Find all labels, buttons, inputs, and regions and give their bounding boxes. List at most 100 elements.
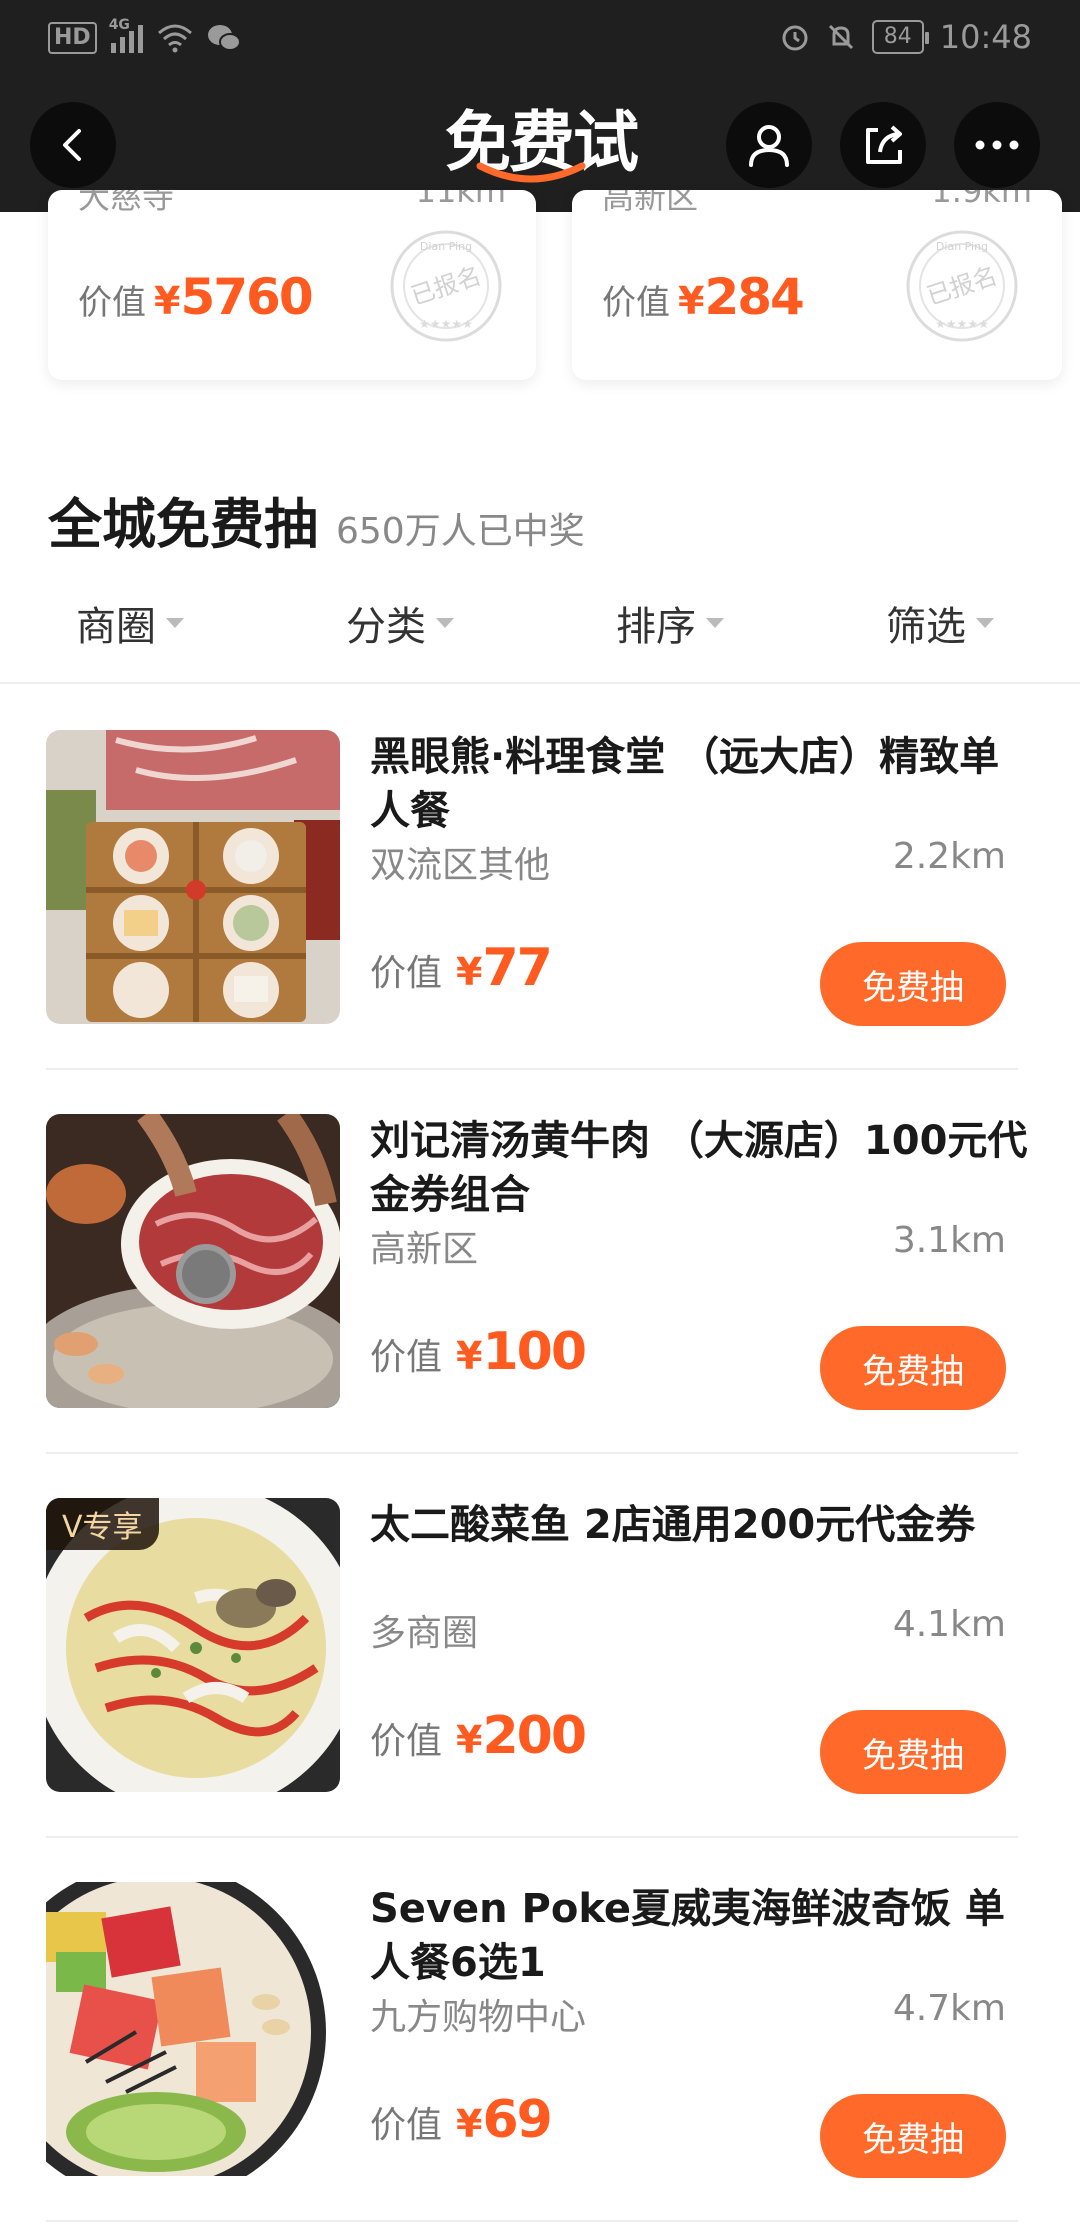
value-label: 价值: [78, 283, 146, 323]
section-title: 全城免费抽: [48, 493, 318, 556]
food-thumbnail: [46, 730, 340, 1024]
wifi-icon: [157, 24, 192, 53]
filter-label: 筛选: [886, 604, 966, 650]
smile-icon: [476, 162, 586, 183]
svg-text:已报名: 已报名: [407, 262, 484, 311]
value-amount: 5760: [180, 268, 313, 326]
item-value: 价值 ¥ 200: [370, 1706, 587, 1766]
currency-symbol: ¥: [678, 279, 705, 323]
clock: 10:48: [939, 18, 1032, 56]
user-icon: [749, 125, 789, 167]
item-area: 多商圈: [370, 1613, 479, 1654]
signed-up-stamp-icon: Dian Ping 已报名 ★★★★★: [906, 230, 1018, 342]
filter-label: 排序: [616, 604, 696, 650]
free-draw-button[interactable]: 免费抽: [820, 1326, 1006, 1410]
card-distance: 11km: [415, 190, 506, 210]
value-label: 价值: [370, 2105, 443, 2146]
list-item[interactable]: 黑眼熊·料理食堂 （远大店）精致单人餐 双流区其他 2.2km 价值 ¥ 77 …: [46, 686, 1034, 1070]
hd-indicator: HD: [48, 22, 97, 54]
signal-icon: 4G: [109, 17, 143, 53]
currency-symbol: ¥: [456, 1334, 483, 1378]
svg-text:★★★★★: ★★★★★: [935, 317, 989, 331]
wechat-icon: [207, 25, 241, 51]
item-distance: 3.1km: [892, 1220, 1006, 1261]
caret-down-icon: [436, 618, 454, 628]
signed-up-card[interactable]: 高新区 1.9km 价值 ¥ 284 Dian Ping 已报名 ★★★★★: [572, 190, 1062, 380]
item-area: 双流区其他: [370, 845, 551, 886]
alarm-icon: [782, 25, 808, 51]
poke-bowl-image: [46, 1882, 340, 2176]
svg-text:Dian Ping: Dian Ping: [420, 240, 472, 253]
battery-indicator: 84: [871, 20, 929, 54]
chevron-left-icon: [63, 129, 81, 161]
item-area: 高新区: [370, 1229, 479, 1270]
section-header: 全城免费抽 650万人已中奖: [48, 480, 585, 559]
filter-label: 分类: [346, 604, 426, 650]
filter-category[interactable]: 分类: [346, 594, 454, 652]
food-thumbnail: V专享: [46, 1498, 340, 1792]
share-button[interactable]: [840, 102, 926, 188]
food-thumbnail: [46, 1114, 340, 1408]
currency-symbol: ¥: [456, 1718, 483, 1762]
value-label: 价值: [370, 1721, 443, 1762]
signed-up-stamp-icon: Dian Ping 已报名 ★★★★★: [390, 230, 502, 342]
svg-text:Dian Ping: Dian Ping: [936, 240, 988, 253]
status-bar: HD 4G 84 10:48: [0, 0, 1080, 80]
item-value: 价值 ¥ 100: [370, 1322, 587, 1382]
value-amount: 77: [482, 938, 552, 998]
card-distance: 1.9km: [931, 190, 1032, 210]
free-trial-logo: 免费试: [436, 106, 646, 186]
svg-text:★★★★★: ★★★★★: [419, 317, 473, 331]
currency-symbol: ¥: [154, 279, 181, 323]
beef-hotpot-image: [46, 1114, 340, 1408]
value-label: 价值: [370, 1337, 443, 1378]
more-dots-icon: [975, 140, 1019, 150]
currency-symbol: ¥: [456, 950, 483, 994]
food-thumbnail: [46, 1882, 340, 2176]
filter-business-district[interactable]: 商圈: [76, 594, 184, 652]
value-amount: 69: [482, 2090, 552, 2150]
bento-set-image: [46, 730, 340, 1024]
divider: [46, 2220, 1018, 2222]
item-distance: 4.7km: [892, 1988, 1006, 2029]
item-title: 刘记清汤黄牛肉 （大源店）100元代金券组合: [370, 1118, 1028, 1218]
value-amount: 200: [482, 1706, 587, 1766]
back-button[interactable]: [30, 102, 116, 188]
value-label: 价值: [602, 283, 670, 323]
card-area: 高新区: [602, 190, 699, 216]
svg-text:已报名: 已报名: [923, 262, 1000, 311]
section-subtitle: 650万人已中奖: [336, 511, 585, 552]
mute-icon: [828, 24, 853, 50]
share-icon: [866, 125, 902, 164]
value-amount: 284: [704, 268, 804, 326]
value-amount: 100: [482, 1322, 587, 1382]
list-item[interactable]: V专享 太二酸菜鱼 2店通用200元代金券 多商圈 4.1km 价值 ¥ 200…: [46, 1454, 1034, 1838]
more-button[interactable]: [954, 102, 1040, 188]
filter-sort[interactable]: 排序: [616, 594, 724, 652]
list-item[interactable]: 刘记清汤黄牛肉 （大源店）100元代金券组合 高新区 3.1km 价值 ¥ 10…: [46, 1070, 1034, 1454]
item-title: 黑眼熊·料理食堂 （远大店）精致单人餐: [370, 734, 1000, 834]
free-draw-button[interactable]: 免费抽: [820, 2094, 1006, 2178]
filter-bar: 商圈 分类 排序 筛选: [0, 588, 1080, 684]
item-title: Seven Poke夏威夷海鲜波奇饭 单人餐6选1: [370, 1886, 1005, 1986]
item-value: 价值 ¥ 69: [370, 2090, 553, 2150]
item-value: 价值 ¥ 77: [370, 938, 553, 998]
filter-screen[interactable]: 筛选: [886, 594, 994, 652]
list-item[interactable]: Seven Poke夏威夷海鲜波奇饭 单人餐6选1 九方购物中心 4.7km 价…: [46, 1838, 1034, 2222]
free-draw-button[interactable]: 免费抽: [820, 942, 1006, 1026]
card-value: 价值 ¥ 5760: [78, 268, 314, 326]
card-area: 大慈寺: [78, 190, 175, 216]
network-type: 4G: [108, 17, 130, 33]
free-draw-button[interactable]: 免费抽: [820, 1710, 1006, 1794]
item-area: 九方购物中心: [370, 1997, 587, 2038]
value-label: 价值: [370, 953, 443, 994]
currency-symbol: ¥: [456, 2102, 483, 2146]
filter-label: 商圈: [76, 604, 156, 650]
signed-up-card[interactable]: 大慈寺 11km 价值 ¥ 5760 Dian Ping 已报名 ★★★★★: [48, 190, 536, 380]
profile-button[interactable]: [726, 102, 812, 188]
caret-down-icon: [166, 618, 184, 628]
item-distance: 2.2km: [892, 836, 1006, 877]
item-distance: 4.1km: [892, 1604, 1006, 1645]
vip-badge: V专享: [46, 1498, 159, 1550]
caret-down-icon: [706, 618, 724, 628]
